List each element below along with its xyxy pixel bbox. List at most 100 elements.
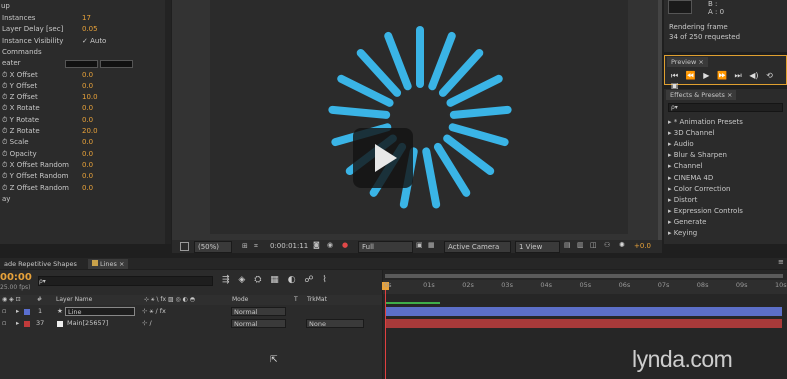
effect-property-value[interactable]: ✓ Auto [82,36,106,47]
effect-property-row[interactable]: ⏱ Y Offset 0.0 [0,81,165,92]
views-dropdown[interactable]: 1 View [515,241,560,253]
play-overlay-button[interactable] [353,128,413,188]
effect-property-value[interactable]: 20.0 [82,126,98,137]
effect-property-value[interactable]: 0.05 [82,24,98,35]
effect-property-row[interactable]: ⏱ X Rotate 0.0 [0,103,165,114]
command-button-b[interactable] [100,60,133,68]
effect-property-row[interactable]: Commands [0,47,165,58]
effect-property-value[interactable]: 17 [82,13,91,24]
layer-37-bar[interactable] [385,319,782,328]
camera-dropdown[interactable]: Active Camera [444,241,511,253]
composition-mini-flowchart-icon[interactable]: ⇶ [222,275,230,285]
effects-category-item[interactable]: ▸ Expression Controls [668,207,743,215]
work-area-bar[interactable] [385,274,783,278]
show-snapshot-icon[interactable]: ◉ [327,241,333,249]
mode-dropdown[interactable]: Normal [231,319,286,328]
motion-blur-icon[interactable]: ◐ [288,275,296,285]
tab-repetitive-shapes[interactable]: ade Repetitive Shapes [0,259,81,269]
effects-category-item[interactable]: ▸ Channel [668,162,702,170]
layer-1-bar[interactable] [385,307,782,316]
next-frame-icon[interactable]: ⏩ [717,71,727,80]
effects-category-item[interactable]: ▸ Blur & Sharpen [668,151,727,159]
effect-property-value[interactable]: 10.0 [82,92,98,103]
effects-category-item[interactable]: ▸ Audio [668,140,694,148]
effect-property-row[interactable]: Instance Visibility ✓ Auto [0,36,165,47]
current-time-indicator[interactable] [385,284,386,379]
visibility-icon[interactable]: ▫ [2,318,6,329]
prev-frame-icon[interactable]: ⏪ [686,71,696,80]
effect-property-row[interactable]: ⏱ Y Offset Random 0.0 [0,171,165,182]
close-icon[interactable]: × [727,91,732,99]
exposure-value[interactable]: +0.0 [634,242,651,250]
graph-editor-icon[interactable]: ⌇ [322,275,326,285]
effects-category-item[interactable]: ▸ 3D Channel [668,129,715,137]
preview-tab[interactable]: Preview × [667,57,708,67]
effect-property-value[interactable]: 0.0 [82,137,93,148]
layer-name-field[interactable]: Line [65,307,135,316]
effect-property-row[interactable]: ⏱ X Offset Random 0.0 [0,160,165,171]
viewer-scrollbar-v[interactable] [658,0,662,240]
effect-property-row[interactable]: ⏱ X Offset 0.0 [0,70,165,81]
hide-shy-icon[interactable]: ⛭ [254,275,261,285]
close-icon[interactable]: × [119,260,124,268]
first-frame-icon[interactable]: ⏮ [671,71,678,80]
layer-row[interactable]: ▫ ▸ 37 Main[25657] ⊹ / Normal None [0,318,382,329]
effect-property-row[interactable]: ⏱ Opacity 0.0 [0,149,165,160]
grid-icon[interactable]: ⌗ [254,242,258,251]
effect-controls-scrollbar[interactable] [165,0,171,244]
layer-name[interactable]: Main[25657] [67,318,108,329]
expand-arrow-icon[interactable]: ▸ [16,306,19,317]
resolution-dropdown[interactable]: Full [358,241,413,253]
layer-search-input[interactable]: ρ▾ [38,276,213,286]
effect-property-value[interactable]: 0.0 [82,70,93,81]
flowchart-icon[interactable]: ⚇ [604,241,610,249]
trkmat-dropdown[interactable]: None [306,319,364,328]
effects-category-item[interactable]: ▸ Color Correction [668,185,730,193]
toggle-pixel-icon[interactable]: ▤ [564,241,571,249]
frame-blending-icon[interactable]: ▦ [270,275,279,285]
expand-arrow-icon[interactable]: ▸ [16,318,19,329]
effects-search-input[interactable]: ρ▾ [668,103,783,112]
effect-property-value[interactable]: 0.0 [82,81,93,92]
visibility-icon[interactable]: ▫ [2,306,6,317]
timeline-icon[interactable]: ◫ [590,241,597,249]
layer-label-color[interactable] [24,321,30,327]
layer-switches-icons[interactable]: ⊹ ⚹ / fx [142,306,166,317]
safe-zones-icon[interactable]: ⊞ [242,242,248,250]
close-icon[interactable]: × [698,58,703,66]
effects-category-item[interactable]: ▸ Generate [668,218,706,226]
effect-property-value[interactable]: 0.0 [82,183,93,194]
effects-category-item[interactable]: ▸ * Animation Presets [668,118,743,126]
layer-switches-icons[interactable]: ⊹ / [142,318,152,329]
exposure-icon[interactable]: ✺ [619,241,625,249]
effect-property-value[interactable]: 0.0 [82,171,93,182]
effect-property-row[interactable]: Layer Delay [sec] 0.05 [0,24,165,35]
draft-3d-icon[interactable]: ◈ [238,275,245,285]
command-button-a[interactable] [65,60,98,68]
effect-property-row[interactable]: ⏱ Y Rotate 0.0 [0,115,165,126]
effect-property-value[interactable]: 0.0 [82,149,93,160]
effect-property-value[interactable]: 0.0 [82,103,93,114]
column-layer-name[interactable]: Layer Name [56,295,92,305]
effect-property-row[interactable]: ay [0,194,165,205]
timeline-timecode[interactable]: 00:00 [0,272,32,283]
layer-label-color[interactable] [24,309,30,315]
channel-icon[interactable]: ● [342,241,348,249]
effect-property-value[interactable]: 0.0 [82,115,93,126]
zoom-dropdown[interactable]: (50%) [194,241,233,253]
snapshot-icon[interactable]: ◙ [313,241,320,249]
effect-property-row[interactable]: ⏱ Z Rotate 20.0 [0,126,165,137]
effect-property-row[interactable]: ⏱ Scale 0.0 [0,137,165,148]
audio-icon[interactable]: ◀) [749,71,758,80]
layer-row[interactable]: ▫ ▸ 1 ★ Line ⊹ ⚹ / fx Normal [0,306,382,317]
transparency-grid-icon[interactable]: ▦ [428,241,435,249]
effects-category-item[interactable]: ▸ Keying [668,229,697,237]
effect-property-row[interactable]: ⏱ Z Offset Random 0.0 [0,183,165,194]
panel-menu-icon[interactable]: ≡ [778,258,784,266]
loop-icon[interactable]: ⟲ [766,71,773,80]
effect-property-value[interactable]: 0.0 [82,160,93,171]
always-preview-icon[interactable] [180,242,189,251]
play-icon[interactable]: ▶ [703,71,709,80]
effect-property-row[interactable]: ⏱ Z Offset 10.0 [0,92,165,103]
effects-category-item[interactable]: ▸ CINEMA 4D [668,174,713,182]
